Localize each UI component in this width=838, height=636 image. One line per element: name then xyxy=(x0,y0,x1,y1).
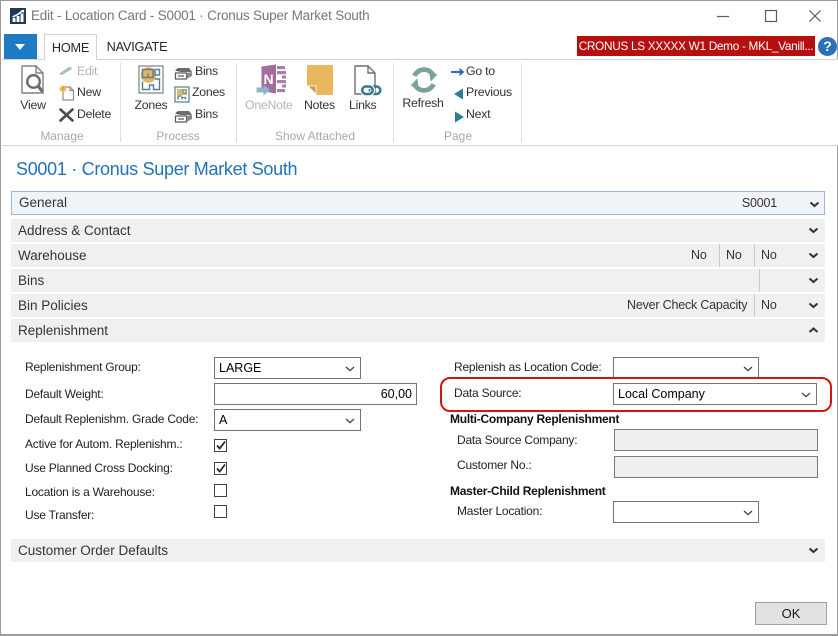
svg-text:N: N xyxy=(263,71,273,87)
